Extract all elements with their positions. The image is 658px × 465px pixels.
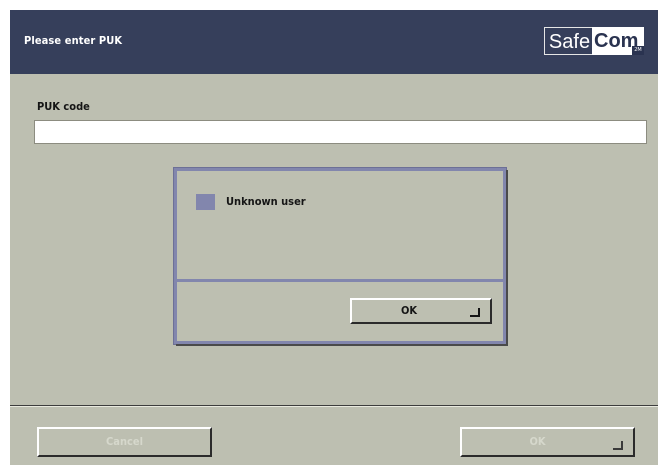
puk-screen: Please enter PUK Safe Com 2M PUK code Un… [10,10,658,465]
puk-code-label: PUK code [37,100,90,113]
safecom-logo: Safe Com 2M [544,27,646,57]
cancel-button[interactable]: Cancel [37,427,212,457]
dialog-ok-button[interactable]: OK [350,298,492,324]
footer-divider-highlight [10,406,658,407]
ok-button-label: OK [529,435,546,448]
logo-tag: 2M [632,46,644,55]
dialog-ok-label: OK [400,304,418,317]
enter-key-icon [613,441,623,450]
logo-text-safe: Safe [544,27,594,55]
unknown-user-dialog: Unknown user OK [174,168,506,344]
dialog-message: Unknown user [226,195,306,208]
ok-button[interactable]: OK [460,427,635,457]
cancel-button-label: Cancel [106,435,143,448]
puk-code-input[interactable] [34,120,647,144]
header-bar: Please enter PUK Safe Com 2M [10,10,658,74]
page-title: Please enter PUK [24,34,123,47]
dialog-divider [177,279,503,282]
status-square-icon [196,194,215,210]
enter-key-icon [470,308,480,317]
